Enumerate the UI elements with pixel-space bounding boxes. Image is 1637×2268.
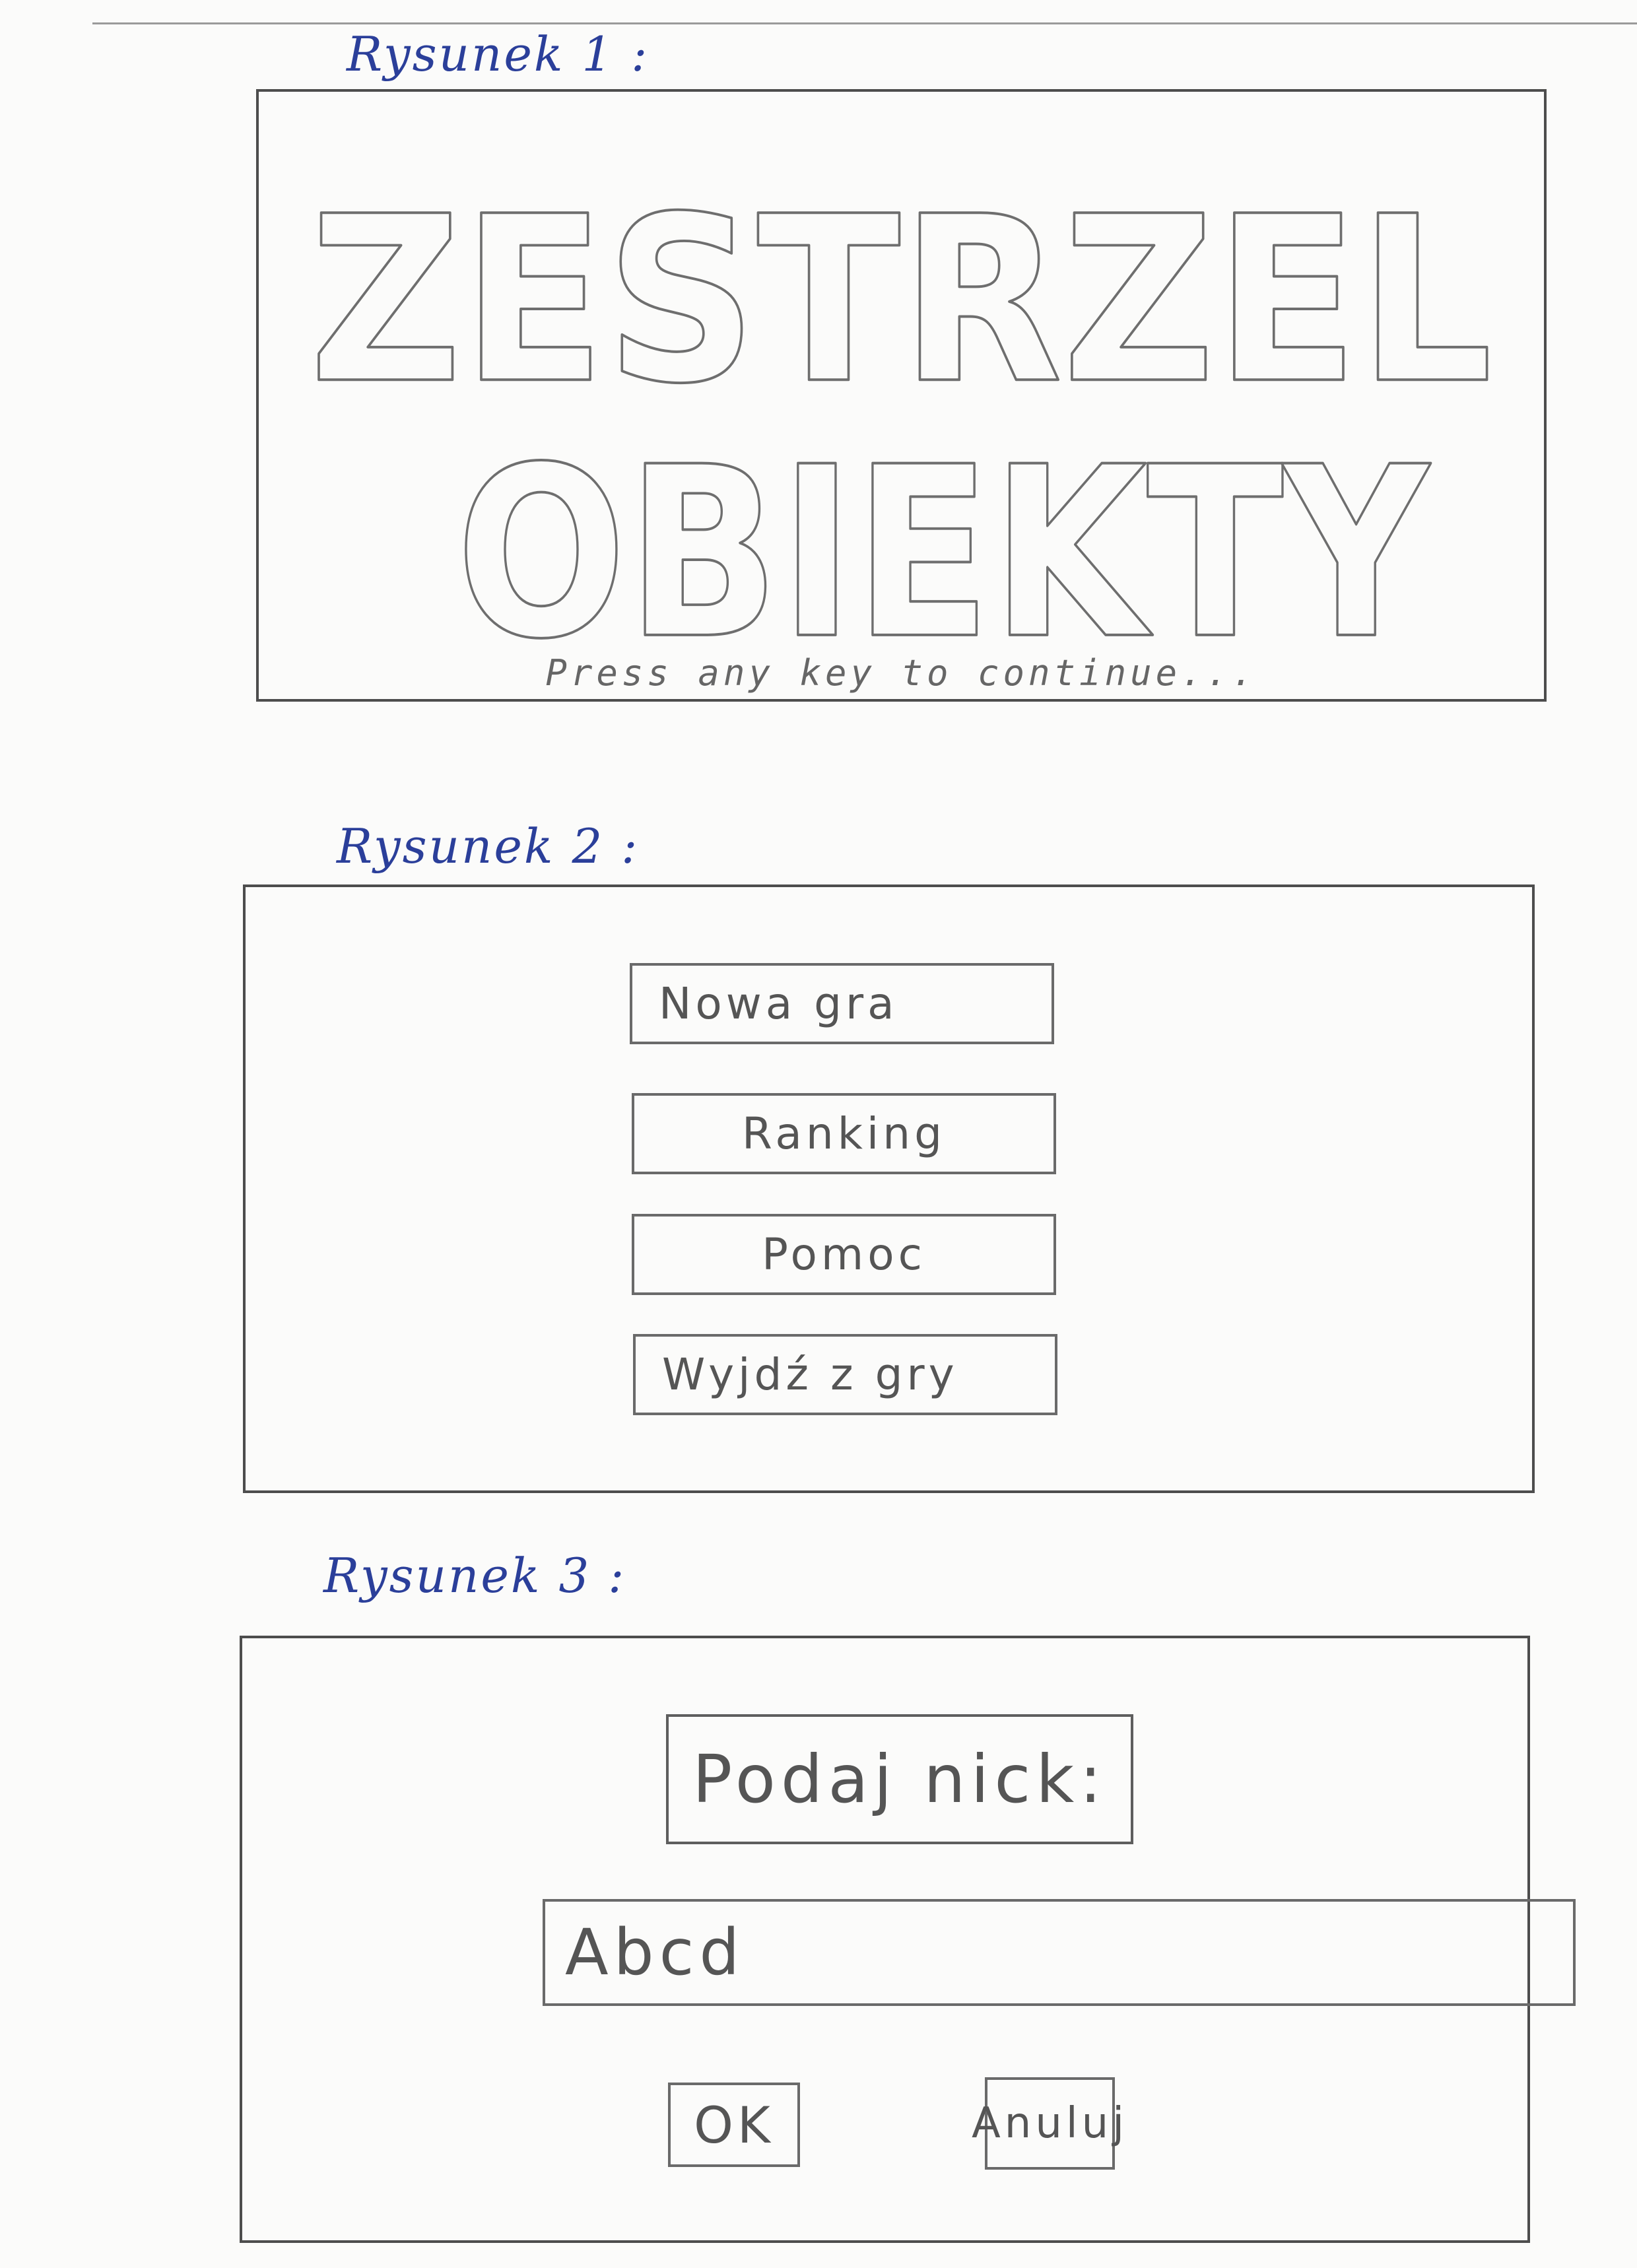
main-menu-frame: Nowa gra Ranking Pomoc Wyjdź z gry	[243, 884, 1535, 1493]
game-title-line-2: OBIEKTY	[456, 417, 1431, 691]
game-title: ZESTRZEL OBIEKTY	[308, 166, 1494, 692]
page-top-rule	[92, 22, 1637, 24]
ok-button[interactable]: OK	[668, 2083, 800, 2167]
nick-dialog-frame: Podaj nick: OK Anuluj	[240, 1636, 1576, 2243]
title-screen-frame: ZESTRZEL OBIEKTY Press any key to contin…	[256, 89, 1547, 702]
ranking-button[interactable]: Ranking	[632, 1093, 1056, 1174]
figure-1-caption: Rysunek 1 :	[347, 26, 650, 82]
new-game-button[interactable]: Nowa gra	[630, 963, 1054, 1044]
game-title-line-1: ZESTRZEL	[310, 168, 1493, 434]
figure-2-caption: Rysunek 2 :	[337, 818, 640, 874]
figure-3-caption: Rysunek 3 :	[323, 1548, 626, 1603]
nick-prompt-label: Podaj nick:	[666, 1714, 1133, 1844]
exit-game-button[interactable]: Wyjdź z gry	[633, 1334, 1057, 1415]
cancel-button[interactable]: Anuluj	[972, 2077, 1124, 2170]
press-any-key-prompt: Press any key to continue...	[545, 652, 1257, 694]
help-button[interactable]: Pomoc	[632, 1214, 1056, 1295]
nick-input[interactable]	[543, 1899, 1576, 2006]
